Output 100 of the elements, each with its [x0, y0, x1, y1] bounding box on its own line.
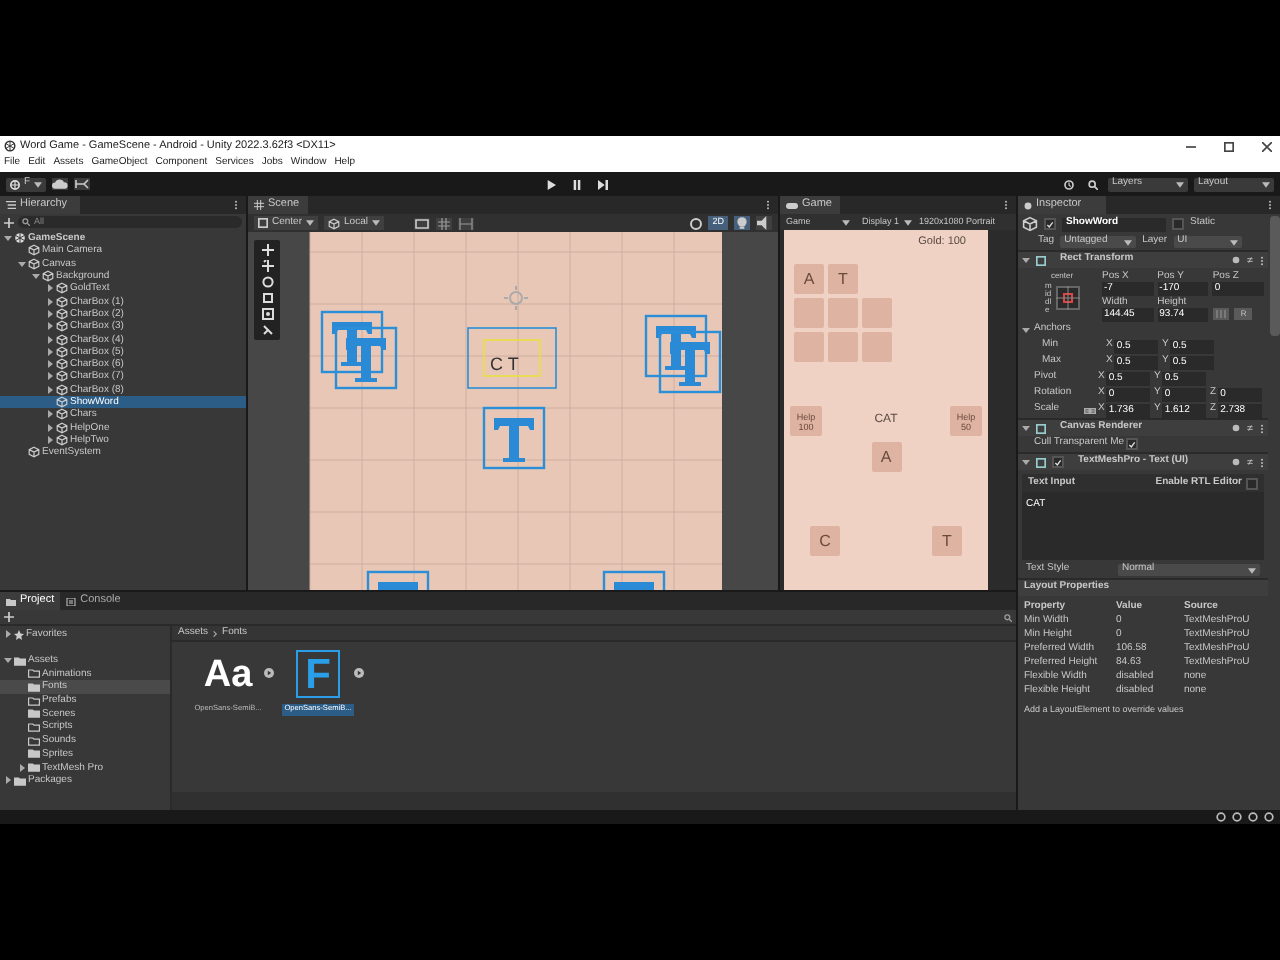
preset-icon[interactable]: [1246, 424, 1254, 432]
globe-icon: [10, 179, 20, 189]
cloud-icon[interactable]: [52, 178, 69, 190]
grid-icon[interactable]: [435, 217, 452, 229]
folder-icon: [6, 597, 16, 605]
collapse-arrow-icon[interactable]: [4, 234, 12, 243]
maximize-icon[interactable]: [1224, 141, 1234, 151]
preset-icon[interactable]: [1246, 256, 1254, 264]
expand-arrow-icon[interactable]: [46, 284, 54, 293]
rotate-icon[interactable]: [261, 276, 273, 288]
expand-arrow-icon[interactable]: [46, 435, 54, 444]
scale-icon[interactable]: [261, 292, 273, 304]
scrollbar-thumb[interactable]: [1270, 216, 1280, 336]
canvas-renderer-icon: [1036, 423, 1046, 433]
collapse-arrow-icon[interactable]: [4, 656, 12, 665]
star-icon: [14, 629, 24, 640]
caret-icon: [371, 220, 380, 226]
rect-transform-icon: [1036, 255, 1046, 265]
expand-arrow-icon[interactable]: [46, 347, 54, 356]
grid-icon: [254, 200, 264, 210]
caret-icon: [1229, 239, 1238, 245]
expand-arrow-icon[interactable]: [4, 630, 12, 639]
rtl-checkbox[interactable]: [1246, 477, 1258, 489]
expand-arrow-icon[interactable]: [46, 410, 54, 419]
expand-arrow-icon[interactable]: [46, 423, 54, 432]
folder-outline-icon: [28, 668, 40, 679]
audio-icon[interactable]: [756, 216, 772, 230]
history-icon[interactable]: [1064, 179, 1074, 189]
collapse-arrow-icon[interactable]: [1022, 256, 1030, 264]
expand-arrow-icon[interactable]: [46, 309, 54, 318]
expand-arrow-icon[interactable]: [18, 763, 26, 772]
letter-tile[interactable]: C: [810, 526, 840, 557]
letter-tile[interactable]: T: [932, 526, 962, 557]
cube-icon: [28, 446, 40, 459]
folder-icon: [28, 681, 40, 692]
minimize-icon[interactable]: [1186, 141, 1196, 151]
letter-tile: A: [794, 264, 824, 295]
console-icon: [66, 597, 77, 605]
list-icon: [6, 200, 16, 210]
preset-icon[interactable]: [1246, 458, 1254, 466]
move-icon[interactable]: [261, 260, 273, 272]
play-icon[interactable]: [546, 179, 557, 189]
unity-logo-icon: [14, 232, 26, 245]
collapse-arrow-icon[interactable]: [32, 272, 40, 281]
collapse-arrow-icon[interactable]: [18, 259, 26, 268]
checkmark-icon: [1128, 439, 1137, 449]
expand-arrow-icon[interactable]: [46, 322, 54, 331]
expand-arrow-icon[interactable]: [46, 372, 54, 381]
scene-label: C T: [490, 354, 519, 374]
expand-arrow-icon[interactable]: [46, 385, 54, 394]
add-icon[interactable]: [4, 612, 14, 622]
anchor-preset-icon[interactable]: [1055, 286, 1079, 310]
search-icon: [22, 218, 30, 226]
caret-icon: [34, 181, 43, 187]
component-checkbox[interactable]: [1052, 456, 1064, 468]
caret-icon: [842, 219, 850, 225]
caret-icon: [1248, 567, 1256, 573]
pause-icon[interactable]: [572, 179, 583, 189]
close-icon[interactable]: [1262, 141, 1272, 151]
pivot-icon: [258, 218, 268, 228]
collapse-arrow-icon[interactable]: [1022, 424, 1030, 432]
expand-icon[interactable]: [354, 668, 364, 678]
gameobject-icon: [1022, 216, 1038, 232]
static-checkbox[interactable]: [1172, 218, 1184, 230]
active-checkbox[interactable]: [1044, 218, 1056, 230]
folder-icon: [28, 708, 40, 719]
expand-icon[interactable]: [264, 668, 274, 678]
caret-icon: [306, 220, 315, 226]
letter-tile[interactable]: A: [871, 442, 901, 473]
hand-icon[interactable]: [261, 244, 273, 256]
unity-logo-icon: [4, 140, 16, 152]
link-icon[interactable]: [1084, 407, 1096, 413]
shading-icon[interactable]: [690, 217, 703, 229]
cube-icon: [328, 217, 341, 229]
caret-icon: [903, 219, 912, 225]
caret-icon: [1124, 239, 1133, 245]
font-preview: Aa: [203, 655, 253, 693]
textmeshpro-icon: [1036, 457, 1046, 467]
gamepad-icon: [786, 201, 798, 209]
expand-arrow-icon[interactable]: [4, 776, 12, 785]
add-icon[interactable]: [4, 217, 14, 227]
caret-icon: [1262, 181, 1270, 187]
collapse-arrow-icon[interactable]: [1022, 458, 1030, 466]
folder-icon: [14, 655, 26, 666]
increment-icon[interactable]: [457, 217, 474, 229]
transform-icon[interactable]: [261, 324, 273, 336]
collapse-arrow-icon[interactable]: [1022, 326, 1030, 334]
cull-checkbox[interactable]: [1126, 438, 1139, 450]
snap-icon[interactable]: [413, 217, 430, 229]
step-icon[interactable]: [598, 179, 609, 189]
letter-tile: T: [828, 264, 858, 295]
expand-arrow-icon[interactable]: [46, 360, 54, 369]
expand-arrow-icon[interactable]: [46, 335, 54, 344]
font-asset-preview: F: [296, 650, 340, 698]
checkmark-icon: [1054, 457, 1062, 467]
caret-icon: [1176, 181, 1184, 187]
light-icon[interactable]: [734, 216, 750, 230]
rect-tool-icon[interactable]: [261, 308, 273, 320]
expand-arrow-icon[interactable]: [46, 297, 54, 306]
search-icon[interactable]: [1088, 179, 1098, 189]
